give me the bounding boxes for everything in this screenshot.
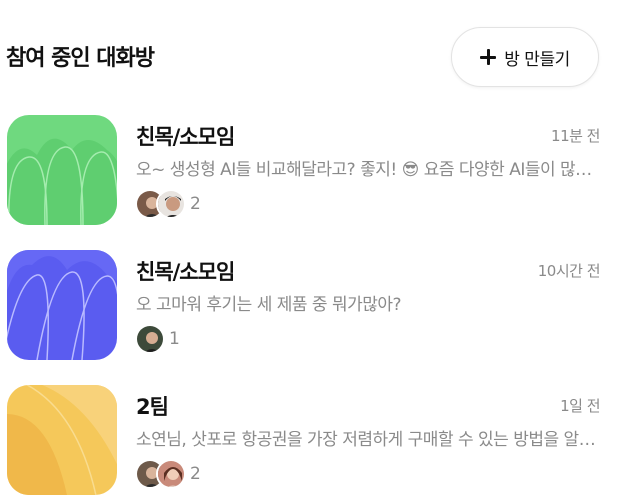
room-last-message: 소연님, 삿포로 항공권을 가장 저렴하게 구매할 수 있는 방법을 알려드릴게… xyxy=(136,430,602,450)
avatar xyxy=(156,189,186,219)
chat-room-item[interactable]: 2팀 1일 전 소연님, 삿포로 항공권을 가장 저렴하게 구매할 수 있는 방… xyxy=(0,385,628,502)
member-count: 1 xyxy=(169,329,180,349)
room-timestamp: 1일 전 xyxy=(560,397,600,415)
room-last-message: 오~ 생성형 AI들 비교해달라고? 좋지! 😎 요즘 다양한 AI들이 많이 … xyxy=(136,160,602,180)
avatar xyxy=(135,324,165,354)
room-members: 1 xyxy=(135,323,180,355)
room-thumbnail-yellow xyxy=(7,385,117,495)
room-thumbnail-blue xyxy=(7,250,117,360)
create-room-label: 방 만들기 xyxy=(504,49,570,70)
chat-room-item[interactable]: 친목/소모임 10시간 전 오 고마워 후기는 세 제품 중 뭐가많아? 1 xyxy=(0,250,628,370)
room-members: 2 xyxy=(135,188,201,220)
section-title: 참여 중인 대화방 xyxy=(6,46,155,71)
room-name: 친목/소모임 xyxy=(136,125,235,149)
room-name: 친목/소모임 xyxy=(136,260,235,284)
chat-room-item[interactable]: 친목/소모임 11분 전 오~ 생성형 AI들 비교해달라고? 좋지! 😎 요즘… xyxy=(0,115,628,235)
header: 참여 중인 대화방 방 만들기 xyxy=(0,0,628,110)
create-room-button[interactable]: 방 만들기 xyxy=(451,27,599,87)
plus-icon xyxy=(480,49,497,65)
member-count: 2 xyxy=(190,464,201,484)
room-members: 2 xyxy=(135,458,201,490)
room-thumbnail-green xyxy=(7,115,117,225)
room-timestamp: 10시간 전 xyxy=(537,262,601,280)
member-count: 2 xyxy=(190,194,201,214)
room-timestamp: 11분 전 xyxy=(551,127,600,145)
room-name: 2팀 xyxy=(136,395,169,419)
room-last-message: 오 고마워 후기는 세 제품 중 뭐가많아? xyxy=(136,295,402,315)
avatar xyxy=(156,459,186,489)
